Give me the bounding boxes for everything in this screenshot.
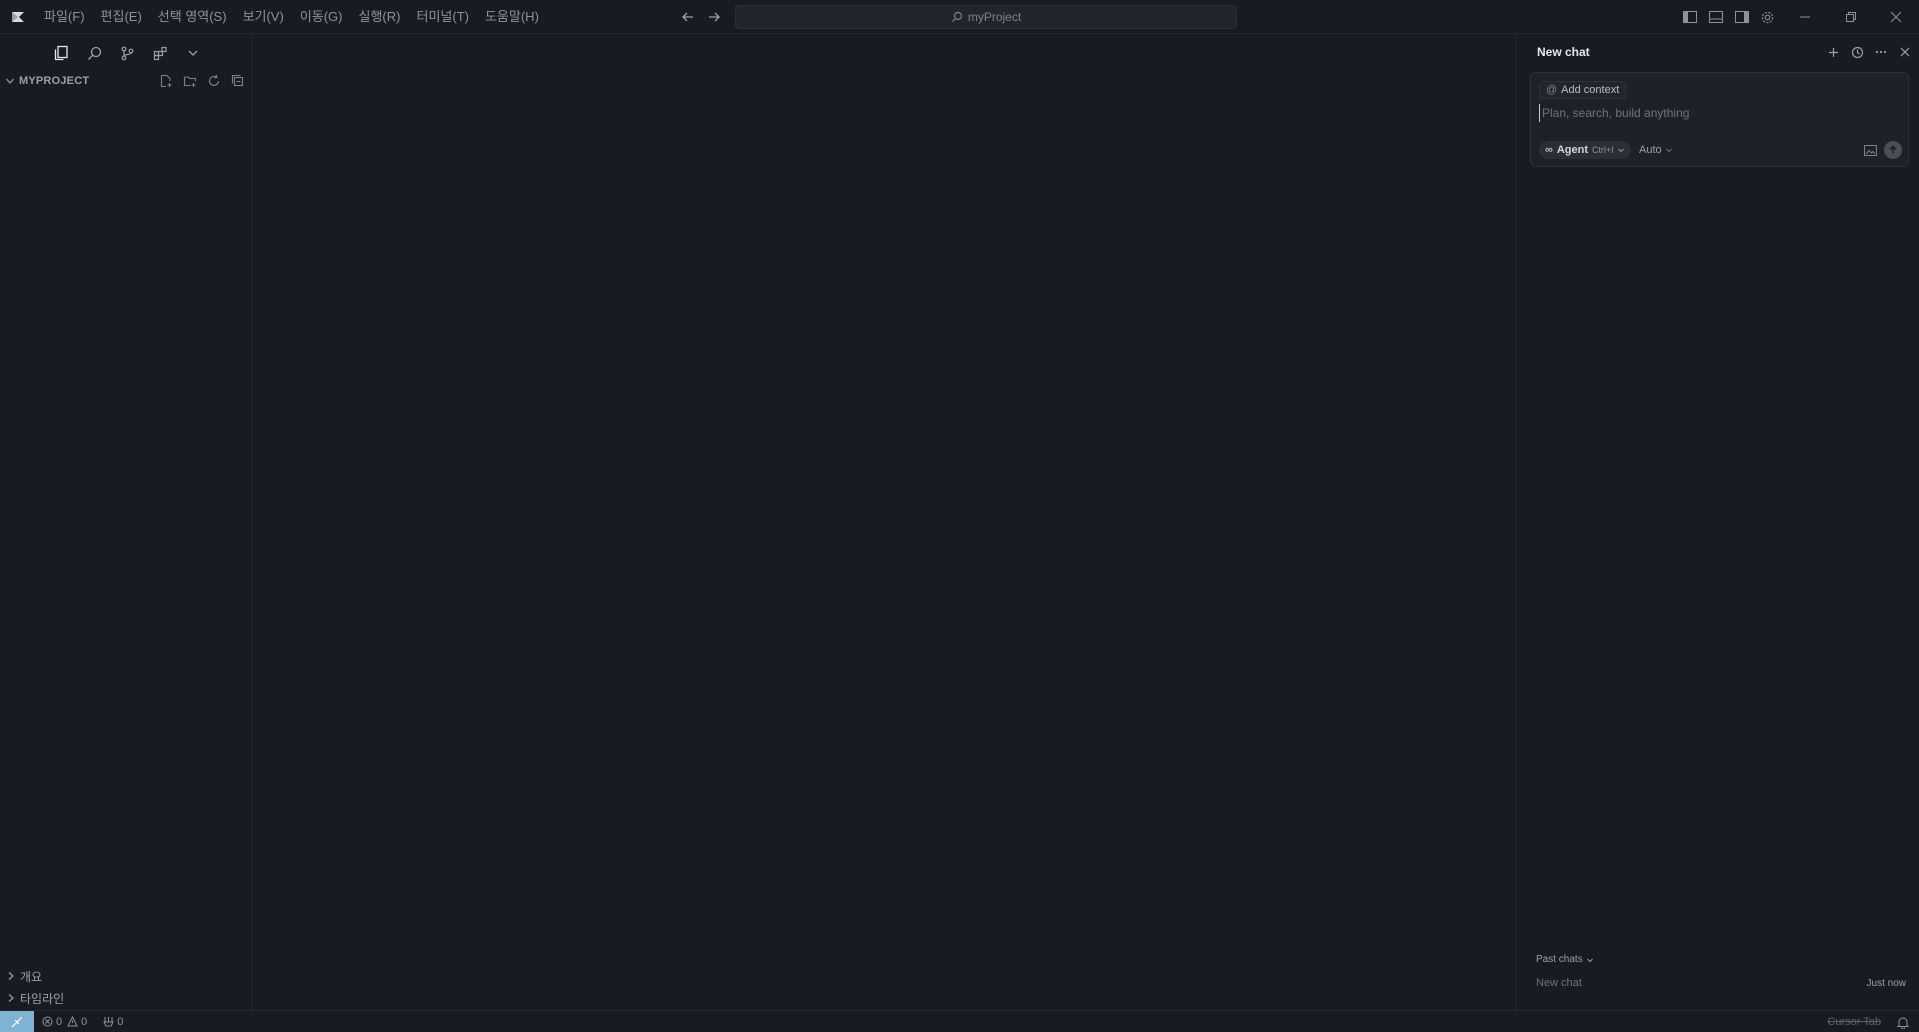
timeline-section-header[interactable]: 타임라인 — [0, 987, 253, 1009]
ports-icon — [103, 1017, 115, 1027]
plus-icon[interactable] — [1824, 43, 1842, 61]
toggle-primary-sidebar-icon[interactable] — [1681, 8, 1699, 26]
send-button[interactable] — [1884, 141, 1902, 159]
command-center-search[interactable]: myProject — [735, 5, 1237, 29]
menu-selection[interactable]: 선택 영역(S) — [150, 5, 235, 29]
past-chats-label: Past chats — [1536, 954, 1583, 965]
explorer-files-icon[interactable] — [50, 42, 72, 64]
timeline-section-label: 타임라인 — [20, 991, 65, 1006]
editor-area[interactable] — [254, 34, 1516, 1010]
arrow-up-icon — [1889, 145, 1897, 154]
past-chat-time: Just now — [1866, 977, 1906, 989]
menu-help[interactable]: 도움말(H) — [477, 5, 547, 29]
toggle-panel-icon[interactable] — [1707, 8, 1725, 26]
restore-icon[interactable] — [1828, 0, 1874, 34]
chevron-down-icon[interactable] — [182, 42, 204, 64]
settings-gear-icon[interactable] — [1758, 8, 1776, 26]
menu-run[interactable]: 실행(R) — [351, 5, 409, 29]
chat-title[interactable]: New chat — [1537, 45, 1590, 59]
more-options-icon[interactable] — [1872, 43, 1890, 61]
menu-file[interactable]: 파일(F) — [36, 5, 93, 29]
ports-indicator[interactable]: 0 — [103, 1016, 123, 1028]
error-count: 0 — [56, 1015, 63, 1028]
chevron-down-icon — [1617, 146, 1625, 154]
chevron-right-icon — [2, 993, 20, 1003]
warning-icon — [67, 1016, 78, 1027]
chat-header-actions — [1824, 43, 1914, 61]
title-bar: 파일(F) 편집(E) 선택 영역(S) 보기(V) 이동(G) 실행(R) 터… — [0, 0, 1919, 34]
error-icon — [42, 1016, 53, 1027]
past-chat-item[interactable]: New chat Just now — [1536, 975, 1906, 991]
chat-input[interactable] — [1539, 104, 1899, 122]
chat-panel: New chat @ Add context ∞ Agent Ctrl+I — [1516, 34, 1919, 1010]
forward-arrow-icon[interactable] — [703, 7, 725, 27]
history-icon[interactable] — [1848, 43, 1866, 61]
ports-count: 0 — [117, 1015, 124, 1028]
remote-icon — [11, 1016, 23, 1027]
search-icon — [951, 11, 962, 22]
menu-edit[interactable]: 편집(E) — [93, 5, 150, 29]
cursor-logo-icon — [10, 9, 26, 25]
outline-section-label: 개요 — [20, 969, 43, 984]
command-center-label: myProject — [967, 10, 1022, 24]
outline-section-header[interactable]: 개요 — [0, 965, 253, 987]
new-file-icon[interactable] — [157, 72, 175, 90]
new-folder-icon[interactable] — [181, 72, 199, 90]
chevron-down-icon — [1665, 146, 1673, 154]
chat-composer: @ Add context ∞ Agent Ctrl+I Auto — [1530, 72, 1909, 167]
status-bar: 0 0 0 Cursor Tab — [0, 1010, 1919, 1032]
agent-mode-selector[interactable]: ∞ Agent Ctrl+I — [1539, 141, 1631, 159]
add-context-button[interactable]: @ Add context — [1539, 81, 1627, 99]
minimize-icon[interactable] — [1782, 0, 1828, 34]
menu-view[interactable]: 보기(V) — [235, 5, 292, 29]
past-chats-toggle[interactable]: Past chats — [1536, 954, 1594, 965]
bell-icon[interactable] — [1897, 1016, 1909, 1029]
source-control-icon[interactable] — [116, 42, 138, 64]
menu-bar: 파일(F) 편집(E) 선택 영역(S) 보기(V) 이동(G) 실행(R) 터… — [36, 0, 547, 34]
image-upload-icon[interactable] — [1862, 143, 1878, 157]
primary-sidebar: MYPROJECT 개요 타임라인 — [0, 34, 253, 1010]
close-window-icon[interactable] — [1873, 0, 1919, 34]
back-arrow-icon[interactable] — [677, 7, 699, 27]
agent-mode-shortcut: Ctrl+I — [1592, 145, 1614, 155]
chevron-right-icon — [2, 971, 20, 981]
past-chat-name: New chat — [1536, 977, 1582, 989]
cursor-tab-status[interactable]: Cursor Tab — [1827, 1016, 1881, 1028]
agent-mode-label: Agent — [1556, 144, 1589, 156]
explorer-actions — [157, 72, 247, 90]
chat-header: New chat — [1517, 34, 1919, 70]
toggle-secondary-sidebar-icon[interactable] — [1733, 8, 1751, 26]
model-label: Auto — [1639, 144, 1662, 156]
remote-indicator-button[interactable] — [0, 1010, 34, 1032]
status-bar-right: Cursor Tab — [1827, 1011, 1909, 1032]
warning-count: 0 — [81, 1015, 88, 1028]
refresh-icon[interactable] — [205, 72, 223, 90]
model-selector[interactable]: Auto — [1639, 141, 1673, 159]
menu-terminal[interactable]: 터미널(T) — [408, 5, 476, 29]
collapse-all-icon[interactable] — [229, 72, 247, 90]
add-context-label: Add context — [1561, 84, 1620, 96]
activity-bar — [50, 42, 204, 64]
at-sign-icon: @ — [1546, 84, 1558, 96]
problems-indicator[interactable]: 0 0 — [42, 1016, 87, 1028]
search-icon[interactable] — [83, 42, 105, 64]
close-icon[interactable] — [1896, 43, 1914, 61]
menu-go[interactable]: 이동(G) — [292, 5, 351, 29]
chevron-down-icon — [1586, 956, 1594, 964]
extensions-icon[interactable] — [149, 42, 171, 64]
infinity-icon: ∞ — [1545, 144, 1553, 156]
chevron-down-icon — [5, 76, 15, 86]
explorer-folder-header[interactable]: MYPROJECT — [0, 70, 253, 92]
explorer-folder-title: MYPROJECT — [19, 75, 90, 87]
